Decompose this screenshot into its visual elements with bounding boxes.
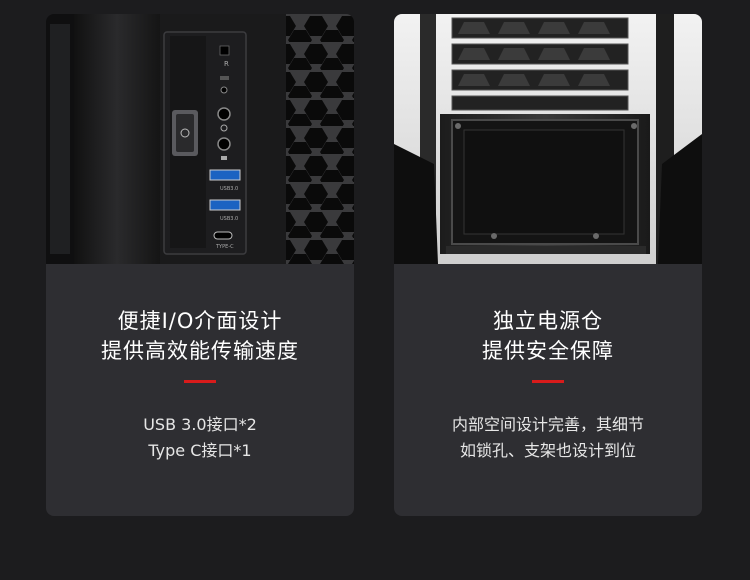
card-desc-line-1: USB 3.0接口*2 [143, 415, 257, 434]
card-desc-line-2: Type C接口*1 [148, 441, 252, 460]
feature-card-io: R USB3.0 USB3.0 TYPE-C 便捷I/O介面设计 提供高效能传输… [46, 14, 354, 516]
svg-text:R: R [224, 60, 229, 68]
front-io-panel-photo: R USB3.0 USB3.0 TYPE-C [46, 14, 354, 264]
feature-card-psu: 独立电源仓 提供安全保障 内部空间设计完善，其细节 如锁孔、支架也设计到位 [394, 14, 702, 516]
card-title-line-2: 提供安全保障 [482, 339, 614, 363]
svg-text:USB3.0: USB3.0 [220, 216, 238, 222]
card-desc-line-1: 内部空间设计完善，其细节 [451, 415, 644, 434]
card-title-line-1: 独立电源仓 [493, 309, 603, 333]
card-desc-line-2: 如锁孔、支架也设计到位 [459, 441, 636, 460]
card-title-line-2: 提供高效能传输速度 [101, 339, 299, 363]
card-title-line-1: 便捷I/O介面设计 [117, 309, 283, 333]
psu-compartment-photo [394, 14, 702, 264]
svg-text:TYPE-C: TYPE-C [215, 244, 234, 250]
svg-text:USB3.0: USB3.0 [220, 186, 238, 192]
accent-divider [184, 380, 216, 383]
accent-divider [532, 380, 564, 383]
